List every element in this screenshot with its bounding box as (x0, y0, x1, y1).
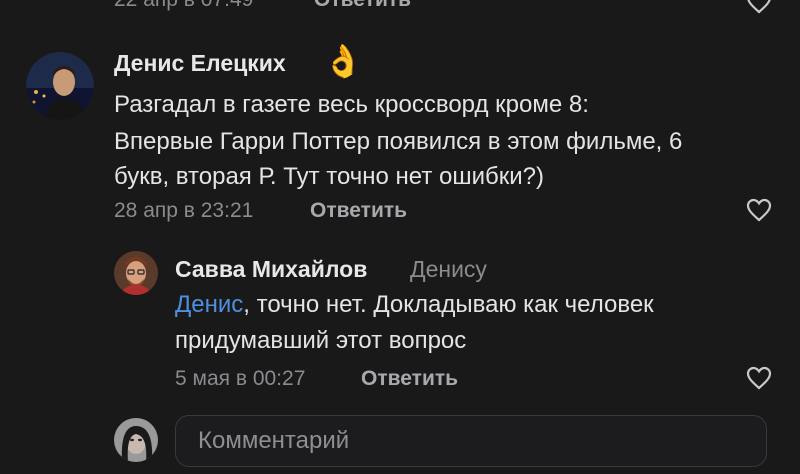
heart-icon[interactable] (746, 366, 772, 390)
comment-input[interactable] (176, 416, 766, 466)
heart-icon[interactable] (746, 0, 772, 14)
comment-date: 5 мая в 00:27 (175, 367, 306, 390)
reply-button[interactable]: Ответить (310, 199, 407, 223)
ok-hand-emoji: 👌 (323, 43, 363, 79)
avatar[interactable] (26, 52, 94, 120)
comment-date: 28 апр в 23:21 (114, 199, 254, 222)
comment-text-line: Денис, точно нет. Докладываю как человек (175, 286, 654, 323)
comment-author[interactable]: Денис Елецких (114, 50, 286, 77)
heart-icon[interactable] (746, 198, 772, 222)
comment-text: , точно нет. Докладываю как человек (243, 291, 654, 318)
comment-text-line: Разгадал в газете весь кроссворд кроме 8… (114, 91, 589, 118)
user-avatar[interactable] (114, 418, 158, 462)
comment-text-line: Впервые Гарри Поттер появился в этом фил… (114, 128, 683, 155)
reply-button[interactable]: Ответить (361, 367, 458, 391)
comment-input-container[interactable] (175, 415, 767, 467)
avatar[interactable] (114, 251, 158, 295)
comment-text-line: придумавший этот вопрос (175, 327, 467, 354)
comment-author[interactable]: Савва Михайлов (175, 256, 367, 283)
comment-date: 22 апр в 07:49 (114, 0, 253, 12)
reply-button[interactable]: Ответить (314, 0, 411, 12)
mention-link[interactable]: Денис (175, 291, 243, 318)
reply-to-label[interactable]: Денису (410, 256, 487, 283)
comment-text-line: букв, вторая Р. Тут точно нет ошибки?) (114, 163, 545, 190)
